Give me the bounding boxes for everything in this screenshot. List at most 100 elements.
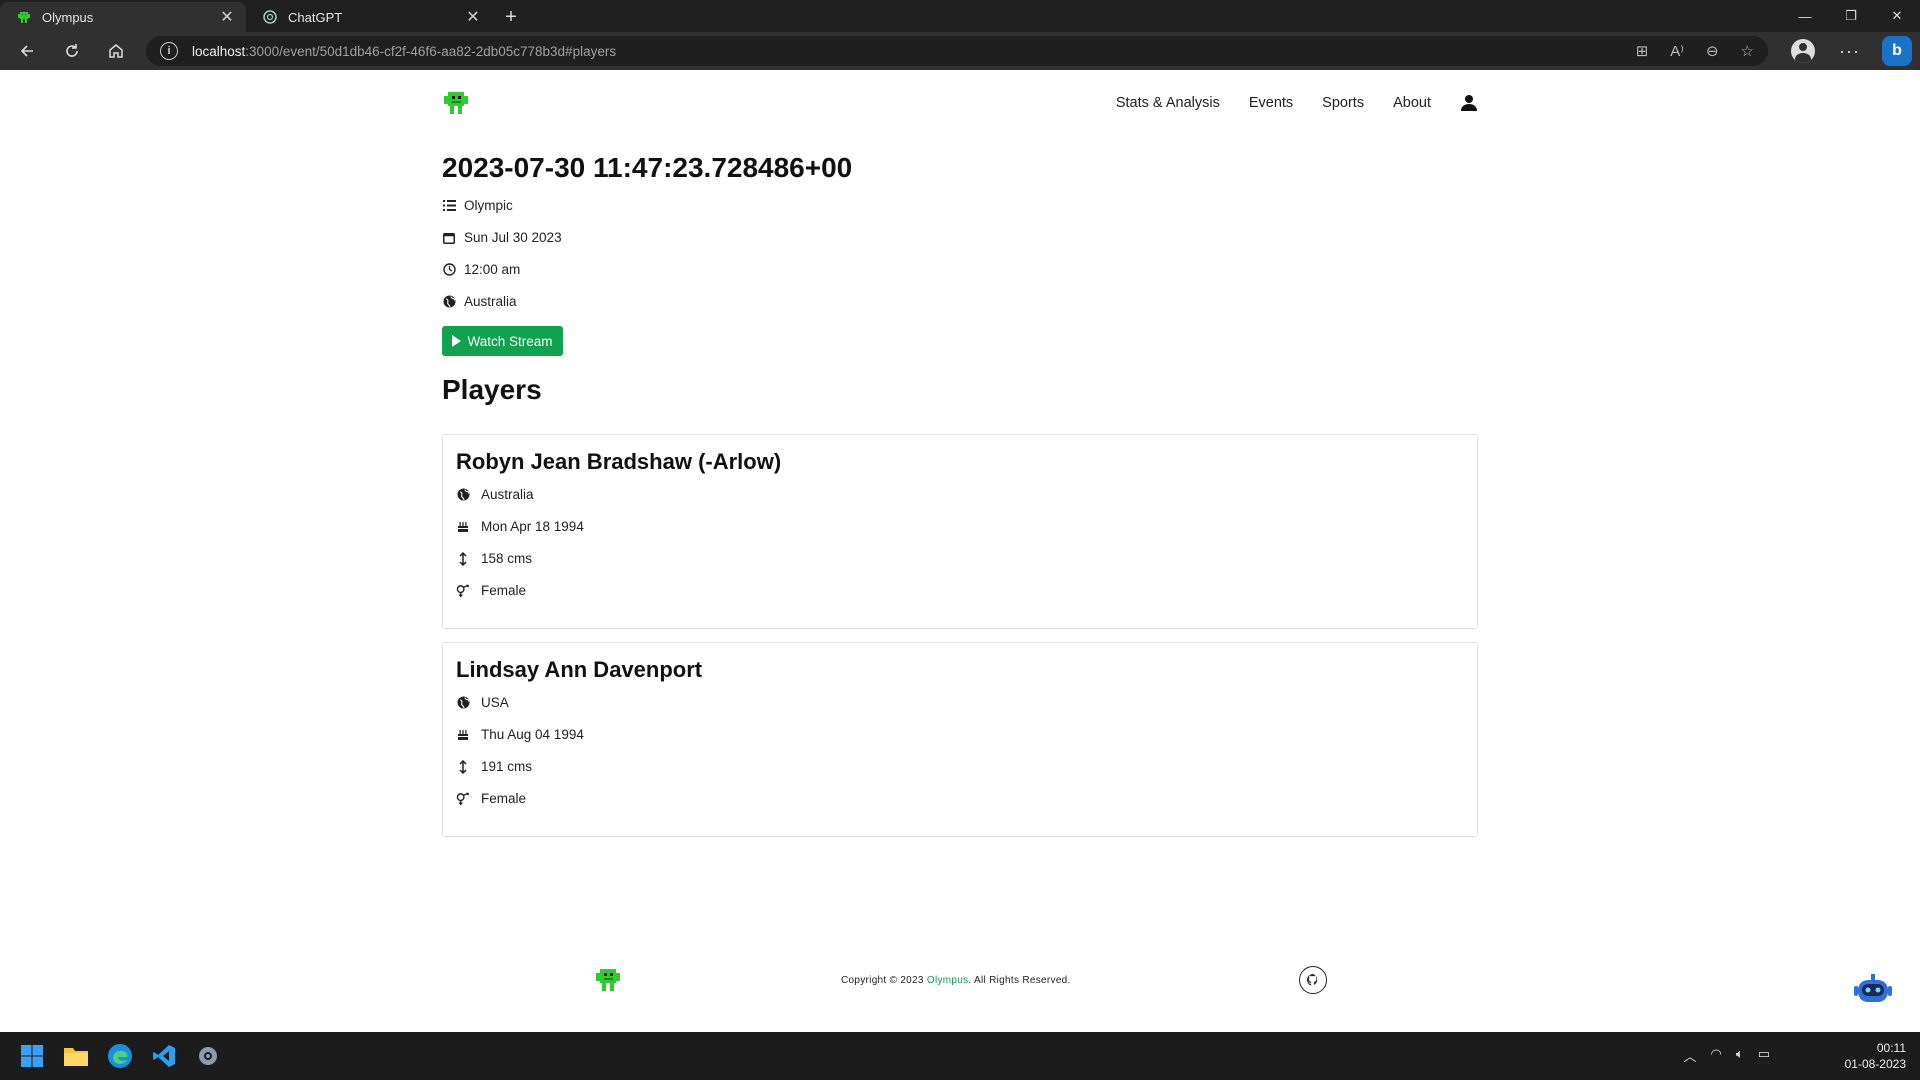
edge-browser-icon[interactable] xyxy=(106,1042,134,1070)
copyright-text: Copyright © 2023 Olympus. All Rights Res… xyxy=(841,975,1071,986)
olympus-favicon-icon xyxy=(16,9,32,25)
settings-gear-icon[interactable] xyxy=(194,1042,222,1070)
favorite-star-icon[interactable]: ☆ xyxy=(1741,42,1754,60)
site-navbar: Stats & Analysis Events Sports About xyxy=(442,86,1478,120)
volume-icon[interactable]: 🔈︎ xyxy=(1736,1046,1744,1065)
event-title: 2023-07-30 11:47:23.728486+00 xyxy=(442,152,853,183)
refresh-button[interactable] xyxy=(50,32,94,70)
player-name: Robyn Jean Bradshaw (-Arlow) xyxy=(456,449,782,474)
player-gender: Female xyxy=(456,583,526,598)
user-account-icon[interactable] xyxy=(1460,94,1478,112)
browser-tab-bar: Olympus ✕ ChatGPT ✕ + — ❐ ✕ xyxy=(0,0,1920,32)
browser-toolbar: i localhost:3000/event/50d1db46-cf2f-46f… xyxy=(0,32,1920,70)
nav-sports[interactable]: Sports xyxy=(1322,95,1364,111)
read-aloud-icon[interactable]: A⁾ xyxy=(1670,42,1684,60)
profile-avatar-icon[interactable] xyxy=(1791,39,1816,63)
gender-icon xyxy=(456,792,470,806)
player-gender-text: Female xyxy=(481,791,527,806)
tab-olympus[interactable]: Olympus ✕ xyxy=(0,2,246,32)
toolbar-right: ··· b xyxy=(1791,32,1920,70)
restore-icon[interactable]: ❐ xyxy=(1828,0,1874,32)
home-button[interactable] xyxy=(94,32,138,70)
clock-icon xyxy=(442,263,456,277)
windows-taskbar: ︿ ◠ 🔈︎ ▭ 00:11 01-08-2023 xyxy=(0,1032,1920,1080)
player-height: 191 cms xyxy=(456,759,532,774)
player-gender: Female xyxy=(456,791,526,806)
event-date-text: Sun Jul 30 2023 xyxy=(464,230,562,245)
page-content: Stats & Analysis Events Sports About 202… xyxy=(0,70,1920,1032)
event-time: 12:00 am xyxy=(442,262,520,277)
tab-title: ChatGPT xyxy=(288,9,343,25)
site-info-icon[interactable]: i xyxy=(160,42,178,60)
clock-time: 00:11 xyxy=(1876,1041,1906,1055)
players-heading: Players xyxy=(442,374,542,405)
close-tab-icon[interactable]: ✕ xyxy=(218,7,236,27)
olympus-logo-icon[interactable] xyxy=(594,966,622,994)
watch-stream-button[interactable]: Watch Stream xyxy=(442,326,563,356)
event-category: Olympic xyxy=(442,198,513,213)
player-dob: Mon Apr 18 1994 xyxy=(456,519,584,534)
nav-stats-analysis[interactable]: Stats & Analysis xyxy=(1116,95,1220,111)
olympus-logo-icon[interactable] xyxy=(442,89,470,117)
wifi-icon[interactable]: ◠ xyxy=(1711,1046,1722,1065)
globe-icon xyxy=(456,696,470,710)
close-window-icon[interactable]: ✕ xyxy=(1874,0,1920,32)
player-country: Australia xyxy=(456,487,534,502)
player-dob-text: Mon Apr 18 1994 xyxy=(481,519,584,534)
player-gender-text: Female xyxy=(481,583,527,598)
birthday-cake-icon xyxy=(456,728,470,742)
watch-stream-label: Watch Stream xyxy=(467,333,553,349)
tab-title: Olympus xyxy=(42,9,94,25)
event-location-text: Australia xyxy=(464,294,517,309)
birthday-cake-icon xyxy=(456,520,470,534)
chatbot-assistant-icon[interactable] xyxy=(1852,972,1894,1008)
player-country: USA xyxy=(456,695,509,710)
file-explorer-icon[interactable] xyxy=(62,1042,90,1070)
list-icon xyxy=(442,199,456,213)
home-icon xyxy=(109,44,123,58)
globe-icon xyxy=(442,295,456,309)
address-bar[interactable]: i localhost:3000/event/50d1db46-cf2f-46f… xyxy=(146,36,1768,66)
player-dob-text: Thu Aug 04 1994 xyxy=(481,727,584,742)
player-height-text: 191 cms xyxy=(481,759,533,774)
player-height-text: 158 cms xyxy=(481,551,533,566)
new-tab-button[interactable]: + xyxy=(496,2,526,32)
height-arrows-icon xyxy=(456,759,470,774)
player-country-text: Australia xyxy=(481,487,534,502)
github-icon[interactable] xyxy=(1299,966,1327,994)
vscode-icon[interactable] xyxy=(150,1042,178,1070)
nav-events[interactable]: Events xyxy=(1249,95,1293,111)
app-available-icon[interactable]: ⊞ xyxy=(1636,42,1649,60)
event-time-text: 12:00 am xyxy=(464,262,521,277)
more-options-button[interactable]: ··· xyxy=(1839,41,1860,62)
close-tab-icon[interactable]: ✕ xyxy=(464,7,482,27)
play-icon xyxy=(452,335,462,347)
height-arrows-icon xyxy=(456,551,470,566)
globe-icon xyxy=(456,488,470,502)
calendar-icon xyxy=(442,231,456,245)
bing-copilot-button[interactable]: b xyxy=(1882,36,1912,66)
event-location: Australia xyxy=(442,294,517,309)
player-name: Lindsay Ann Davenport xyxy=(456,657,703,682)
minimize-icon[interactable]: — xyxy=(1782,0,1828,32)
zoom-out-icon[interactable]: ⊖ xyxy=(1706,42,1719,60)
address-bar-icons: ⊞ A⁾ ⊖ ☆ xyxy=(1636,42,1754,60)
system-tray: ︿ ◠ 🔈︎ ▭ xyxy=(1684,1046,1770,1065)
main-menu: Stats & Analysis Events Sports About xyxy=(1116,94,1478,112)
copyright-suffix: . All Rights Reserved. xyxy=(968,975,1071,986)
window-controls: — ❐ ✕ xyxy=(1782,0,1920,32)
url-host: localhost xyxy=(192,43,246,59)
tab-chatgpt[interactable]: ChatGPT ✕ xyxy=(246,2,492,32)
player-card: Lindsay Ann Davenport USA Thu Aug 04 199… xyxy=(442,642,1478,837)
battery-icon[interactable]: ▭ xyxy=(1758,1046,1770,1065)
player-dob: Thu Aug 04 1994 xyxy=(456,727,584,742)
event-date: Sun Jul 30 2023 xyxy=(442,230,562,245)
taskbar-clock[interactable]: 00:11 01-08-2023 xyxy=(1845,1040,1906,1072)
back-arrow-icon xyxy=(20,45,33,57)
back-button[interactable] xyxy=(5,32,49,70)
nav-about[interactable]: About xyxy=(1393,95,1431,111)
footer-brand-link[interactable]: Olympus xyxy=(927,975,969,986)
windows-start-icon[interactable] xyxy=(18,1042,46,1070)
site-footer: Copyright © 2023 Olympus. All Rights Res… xyxy=(0,966,1920,1006)
show-hidden-icons-icon[interactable]: ︿ xyxy=(1684,1046,1697,1065)
